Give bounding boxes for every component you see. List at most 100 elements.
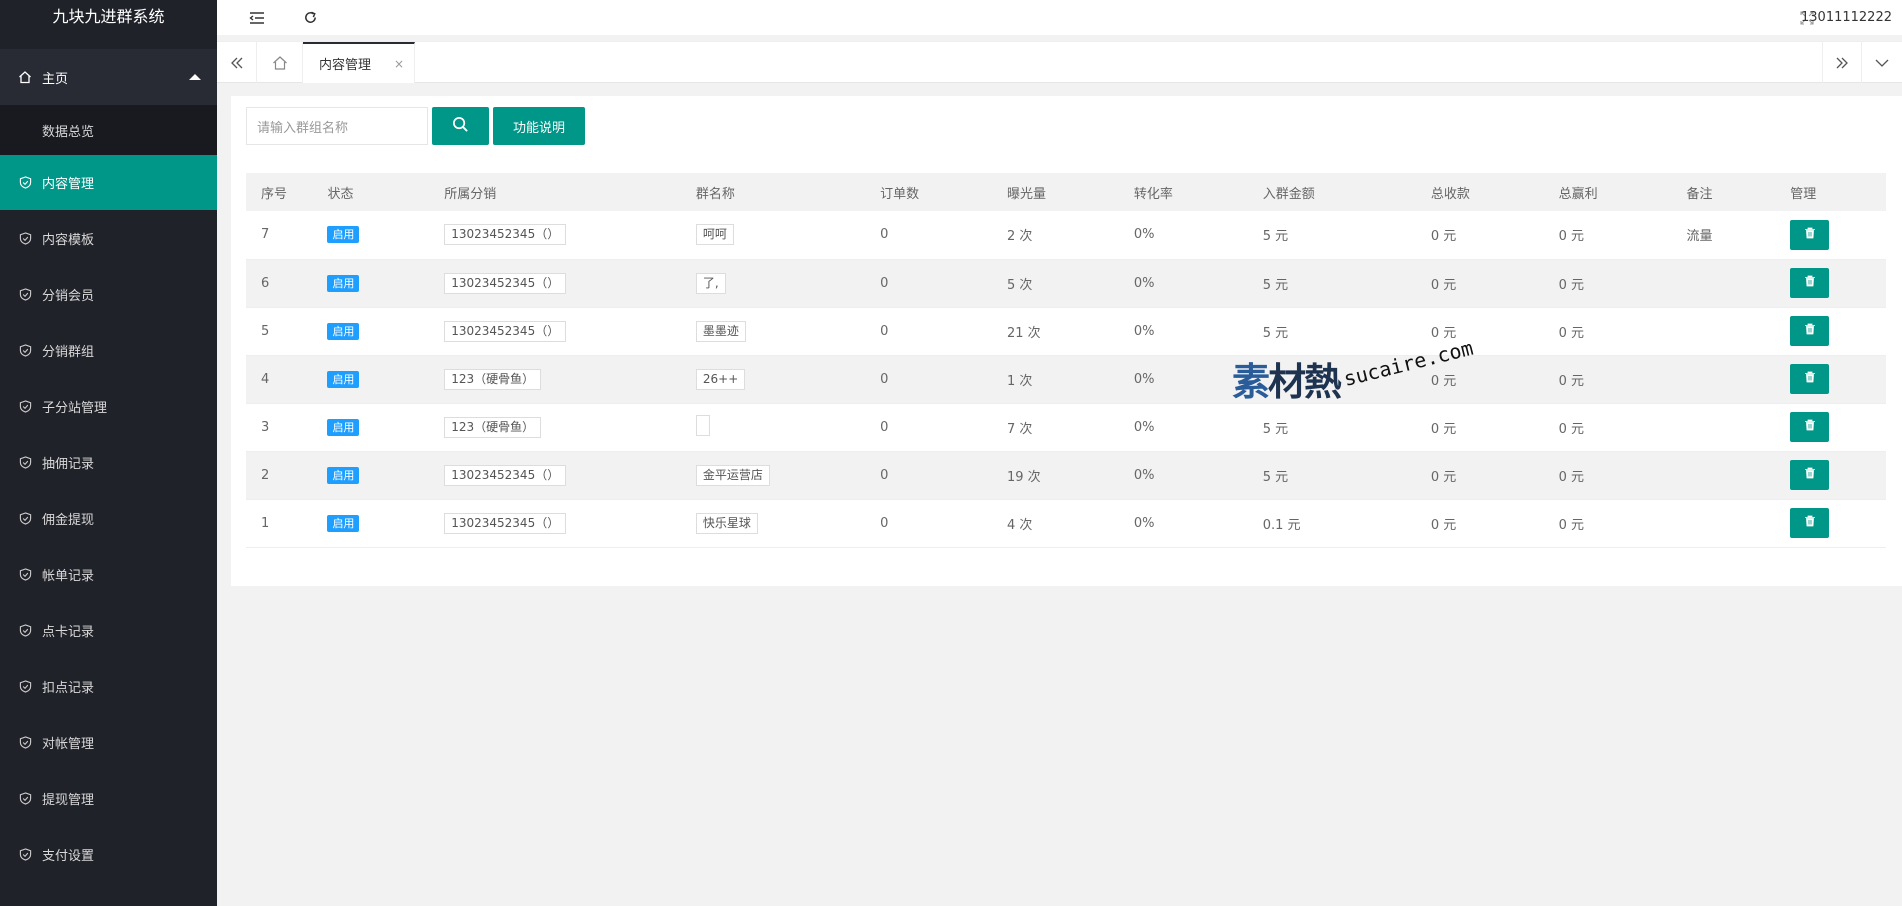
sidebar-item-0[interactable]: 内容管理 [0,155,217,210]
shield-check-icon [18,567,32,581]
delete-button[interactable] [1790,460,1830,490]
delete-button[interactable] [1790,219,1830,250]
value-tag: 了, [695,272,726,294]
cell-profit: 0 元 [1543,307,1672,356]
cell-group-name: 金平运营店 [680,451,866,500]
cell-views: 5 次 [991,259,1119,308]
table-row: 3 启用 123（硬骨鱼） 0 7 次 0% 5 元0 元0 元 [246,403,1886,452]
cell-orders: 0 [865,451,992,500]
trash-icon [1804,371,1816,387]
value-tag: 123（硬骨鱼） [444,368,542,390]
user-account[interactable]: 13011112222 [1801,0,1892,35]
cell-income: 0 元 [1415,355,1544,404]
trash-icon [1804,419,1816,435]
cell-status: 启用 [312,259,430,308]
cell-actions [1775,259,1886,308]
cell-fee: 5 元 [1247,451,1416,500]
table-row: 1 启用 13023452345（） 快乐星球 0 4 次 0% 0.1 元0 元0 元 [246,499,1886,548]
cell-id: 5 [246,307,313,356]
cell-orders: 0 [865,307,992,356]
cell-fee: 5 元 [1247,211,1416,260]
sidebar-subitem-overview[interactable]: 数据总览 [0,105,217,155]
column-header: 总收款 [1430,186,1470,202]
cell-note [1671,355,1776,404]
cell-profit: 0 元 [1543,451,1672,500]
cell-distributor: 13023452345（） [429,451,681,500]
cell-views: 4 次 [991,499,1119,548]
table-row: 2 启用 13023452345（） 金平运营店 0 19 次 0% 5 元0 元0 元 [246,451,1886,500]
sidebar-item-label: 抽佣记录 [42,456,95,472]
sidebar-item-9[interactable]: 扣点记录 [0,658,217,714]
column-header: 管理 [1790,186,1817,202]
help-button[interactable]: 功能说明 [493,107,585,145]
sidebar-item-8[interactable]: 点卡记录 [0,602,217,658]
tabs-scroll-left-icon[interactable] [217,42,257,83]
status-badge: 启用 [327,466,360,484]
cell-rate: 0% [1118,259,1248,308]
sidebar-item-label: 点卡记录 [42,624,95,640]
cell-income: 0 元 [1415,307,1544,356]
cell-income: 0 元 [1415,259,1544,308]
delete-button[interactable] [1790,268,1830,298]
tab-content-management[interactable]: 内容管理 × [303,42,415,83]
tab-home-icon[interactable] [257,42,303,83]
sidebar-item-10[interactable]: 对帐管理 [0,714,217,770]
sidebar-item-home[interactable]: 主页 [0,49,217,105]
status-badge: 启用 [327,370,360,388]
value-tag: 金平运营店 [695,464,770,486]
value-tag: 墨墨迹 [695,320,746,342]
tab-close-icon[interactable]: × [394,57,404,71]
sidebar-item-11[interactable]: 提现管理 [0,770,217,826]
menu-fold-icon[interactable] [237,0,277,35]
cell-group-name: 墨墨迹 [680,307,866,356]
sidebar-item-label: 内容模板 [42,232,95,248]
cell-fee: 5 元 [1247,259,1416,308]
status-badge: 启用 [327,322,360,340]
tabs-dropdown-icon[interactable] [1862,42,1902,83]
sidebar-item-7[interactable]: 帐单记录 [0,546,217,602]
delete-button[interactable] [1790,364,1830,394]
sidebar-item-5[interactable]: 抽佣记录 [0,434,217,490]
cell-income: 0 元 [1415,211,1544,260]
value-tag [695,414,710,436]
trash-icon [1804,227,1816,243]
delete-button[interactable] [1790,316,1830,346]
sidebar-item-3[interactable]: 分销群组 [0,322,217,378]
trash-icon [1804,323,1816,339]
cell-fee: 5 元 [1247,307,1416,356]
shield-check-icon [18,399,32,413]
column-header: 入群金额 [1262,186,1315,202]
shield-check-icon [18,735,32,749]
column-header: 群名称 [695,186,735,202]
cell-views: 2 次 [991,211,1119,260]
cell-income: 0 元 [1415,451,1544,500]
search-button[interactable] [432,107,489,145]
cell-orders: 0 [865,211,992,260]
sidebar-item-4[interactable]: 子分站管理 [0,378,217,434]
cell-distributor: 123（硬骨鱼） [429,355,681,404]
cell-id: 4 [246,355,313,404]
delete-button[interactable] [1790,508,1830,538]
cell-views: 1 次 [991,355,1119,404]
sidebar-item-6[interactable]: 佣金提现 [0,490,217,546]
shield-check-icon [18,623,32,637]
sidebar: 九块九进群系统 主页 数据总览 内容管理 内容模板 分销会员 分销群组 子分站管理 抽佣记… [0,0,217,906]
trash-icon [1804,515,1816,531]
value-tag: 13023452345（） [444,272,567,294]
cell-income: 0 元 [1415,499,1544,548]
sidebar-item-12[interactable]: 支付设置 [0,826,217,882]
sidebar-item-1[interactable]: 内容模板 [0,210,217,266]
caret-up-icon [189,74,201,80]
group-name-search-input[interactable]: 请输入群组名称 [246,107,428,145]
sidebar-item-label: 支付设置 [42,848,95,864]
cell-rate: 0% [1118,307,1248,356]
sidebar-item-2[interactable]: 分销会员 [0,266,217,322]
cell-note [1671,259,1776,308]
tabs-scroll-right-icon[interactable] [1822,42,1862,83]
shield-check-icon [18,176,32,190]
delete-button[interactable] [1790,412,1830,442]
value-tag: 快乐星球 [695,512,758,534]
cell-fee [1247,355,1416,404]
refresh-icon[interactable] [290,0,330,35]
value-tag: 13023452345（） [444,320,567,342]
